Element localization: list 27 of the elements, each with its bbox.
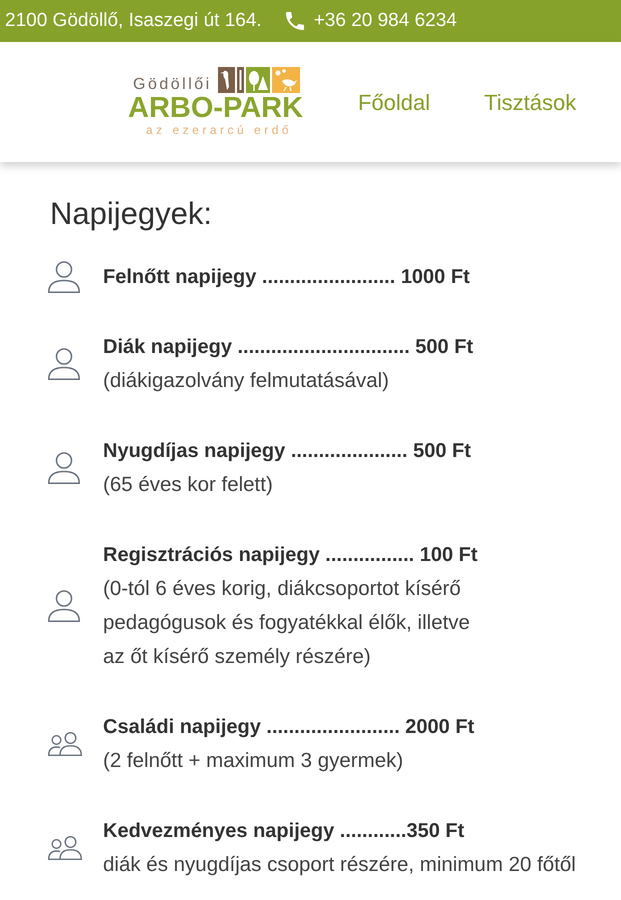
ticket-title: Felnőtt napijegy ........................ 1000 Ft [103, 265, 470, 290]
section-heading: Napijegyek: [50, 195, 213, 233]
nav-link[interactable]: Tisztások [484, 86, 576, 118]
ticket-note: (0-tól 6 éves korig, diákcsoportot kísérő pedagógusok és fogyatékkal élők, illetve az őt kísérő személy részére) [103, 576, 471, 670]
logo-subtitle: Gödöllői [133, 76, 212, 93]
ticket-note: diák és nyugdíjas csoport részére, minimum 20 főtől [103, 852, 576, 878]
ticket-title: Diák napijegy ............................... 500 Ft [103, 335, 474, 360]
ticket-title: Nyugdíjas napijegy ..................... 500 Ft [103, 439, 471, 464]
ticket-note: (2 felnőtt + maximum 3 gyermek) [103, 748, 404, 774]
nav-link[interactable]: Főoldal [358, 86, 430, 118]
ticket-note: (65 éves kor felett) [103, 472, 274, 498]
phone-icon [286, 12, 304, 30]
people-icon [48, 732, 82, 756]
people-icon [48, 836, 82, 860]
logo-tagline: az ezerarcú erdő [146, 123, 294, 137]
logo-tiles-icon [218, 67, 300, 93]
ticket-title: Regisztrációs napijegy ................ 100 Ft [103, 543, 478, 568]
address-text: 2100 Gödöllő, Isaszegi út 164. [5, 8, 262, 33]
ticket-note: (diákigazolvány felmutatásával) [103, 368, 390, 394]
phone-link[interactable]: +36 20 984 6234 [314, 6, 457, 36]
ticket-title: Családi napijegy ........................ 2000 Ft [103, 715, 474, 740]
person-icon [48, 590, 80, 622]
logo-wordmark: ARBO-PARK [128, 93, 304, 123]
person-icon [48, 348, 80, 380]
ticket-title: Kedvezményes napijegy ............350 Ft [103, 819, 466, 844]
person-icon [48, 261, 80, 293]
person-icon [48, 452, 80, 484]
